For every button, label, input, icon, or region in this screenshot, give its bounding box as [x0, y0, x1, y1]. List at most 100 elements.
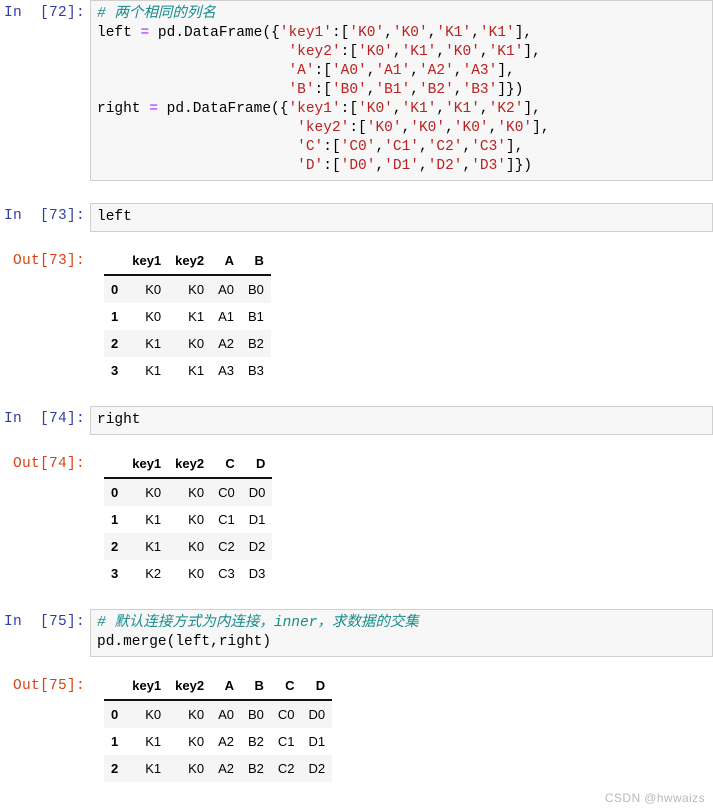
code-token-str: 'key2' [288, 44, 341, 60]
table-cell: K1 [168, 357, 212, 384]
index-column-header [104, 250, 126, 276]
table-cell: B1 [240, 303, 271, 330]
code-token-op: = [140, 25, 150, 41]
dataframe-table: key1 key2 A B 0 K0 K0 A0 B0 1 K0 K1 A1 B1 2 K1 K0 A2 B2 3 K1… [104, 250, 271, 384]
code-token-plain: ]}) [506, 158, 533, 174]
row-index: 3 [104, 357, 126, 384]
code-cell-cell-73: In [73]: left [0, 203, 713, 232]
code-token-plain: , [445, 120, 454, 136]
code-token-str: 'K1' [436, 25, 472, 41]
input-prompt: In [74]: [3, 411, 85, 427]
code-token-str: 'B0' [331, 82, 367, 98]
code-token-str: 'B3' [462, 82, 498, 98]
table-row: 3 K1 K1 A3 B3 [104, 357, 271, 384]
table-cell: K1 [125, 533, 169, 560]
code-token-plain: , [436, 101, 446, 117]
column-header: D [241, 453, 273, 479]
code-token-plain: ], [532, 120, 550, 136]
source-code[interactable]: # 默认连接方式为内连接，inner，求数据的交集 pd.merge(left,… [97, 614, 708, 652]
column-header: B [240, 675, 271, 701]
code-token-plain: , [488, 120, 498, 136]
code-editor[interactable]: # 默认连接方式为内连接，inner，求数据的交集 pd.merge(left,… [90, 609, 713, 657]
table-cell: K0 [168, 533, 212, 560]
code-token-plain: , [375, 139, 385, 155]
table-cell: A2 [211, 330, 241, 357]
code-token-plain: pd.DataFrame({ [157, 101, 289, 117]
code-token-str: 'K0' [349, 25, 385, 41]
code-token-str: 'C0' [340, 139, 376, 155]
table-row: 2 K1 K0 A2 B2 C2 D2 [104, 755, 333, 782]
code-token-str: 'key1' [288, 101, 341, 117]
table-cell: K1 [125, 357, 169, 384]
code-cell-cell-75: In [75]: # 默认连接方式为内连接，inner，求数据的交集 pd.mer… [0, 609, 713, 657]
code-token-plain: :[ [340, 101, 359, 117]
code-cell-cell-74: In [74]: right [0, 406, 713, 435]
code-token-plain: , [384, 25, 393, 41]
code-token-str: 'K0' [392, 25, 428, 41]
code-token-str: 'K0' [410, 120, 446, 136]
row-index: 0 [104, 700, 126, 728]
code-token-str: 'A1' [375, 63, 411, 79]
cell-spacer [0, 232, 713, 248]
table-cell: B0 [240, 700, 271, 728]
code-token-str: 'K0' [453, 120, 489, 136]
code-token-plain: , [462, 158, 472, 174]
code-token-plain: right [97, 412, 141, 428]
table-cell: B0 [240, 275, 271, 303]
code-token-str: 'K0' [445, 44, 480, 60]
table-row: 1 K1 K0 A2 B2 C1 D1 [104, 728, 333, 755]
source-code[interactable]: right [97, 411, 708, 430]
code-editor[interactable]: right [90, 406, 713, 435]
table-row: 0 K0 K0 C0 D0 [104, 478, 273, 506]
table-row: 2 K1 K0 A2 B2 [104, 330, 271, 357]
cell-spacer [0, 657, 713, 673]
code-token-plain: ]}) [497, 82, 524, 98]
table-cell: A0 [211, 275, 241, 303]
code-token-op: = [149, 101, 158, 117]
code-token-plain: , [418, 158, 428, 174]
column-header: C [270, 675, 302, 701]
cell-spacer [0, 435, 713, 451]
code-token-plain: , [392, 101, 402, 117]
row-index: 0 [104, 275, 126, 303]
code-token-plain: , [410, 63, 419, 79]
code-token-plain: :[ [323, 158, 341, 174]
code-token-plain: , [479, 44, 489, 60]
table-cell: K0 [168, 275, 212, 303]
table-cell: B2 [240, 728, 271, 755]
output-cell-cell-74: Out[74]: key1 key2 C D 0 K0 K0 C0 D0 1 K1 K0 C1 D1 2 K1 K… [0, 451, 713, 587]
code-editor[interactable]: left [90, 203, 713, 232]
code-token-str: 'C1' [384, 139, 419, 155]
code-token-plain: , [436, 44, 446, 60]
code-token-str: 'K0' [497, 120, 533, 136]
code-token-plain: , [453, 82, 463, 98]
code-token-plain: ], [523, 101, 541, 117]
table-row: 3 K2 K0 C3 D3 [104, 560, 273, 587]
input-prompt: In [73]: [3, 208, 85, 224]
code-token-str: 'D3' [471, 158, 507, 174]
code-token-plain: , [479, 101, 489, 117]
row-index: 0 [104, 478, 126, 506]
row-index: 1 [104, 303, 126, 330]
code-token-str: 'key1' [279, 25, 332, 41]
table-cell: C0 [270, 700, 302, 728]
table-row: 1 K1 K0 C1 D1 [104, 506, 273, 533]
column-header: D [301, 675, 333, 701]
table-cell: K0 [168, 330, 212, 357]
source-code[interactable]: # 两个相同的列名 left = pd.DataFrame({'key1':['… [97, 5, 708, 176]
code-token-str: 'D0' [340, 158, 376, 174]
code-editor[interactable]: # 两个相同的列名 left = pd.DataFrame({'key1':['… [90, 0, 713, 181]
code-token-plain: ], [523, 44, 541, 60]
code-token-str: 'B' [288, 82, 315, 98]
table-cell: D0 [241, 478, 273, 506]
table-cell: D1 [241, 506, 273, 533]
output-prompt: Out[74]: [12, 456, 85, 472]
code-token-plain: ], [497, 63, 515, 79]
table-cell: B2 [240, 755, 271, 782]
code-token-plain: pd.DataFrame({ [149, 25, 280, 41]
source-code[interactable]: left [97, 208, 708, 227]
code-token-plain: , [471, 25, 480, 41]
